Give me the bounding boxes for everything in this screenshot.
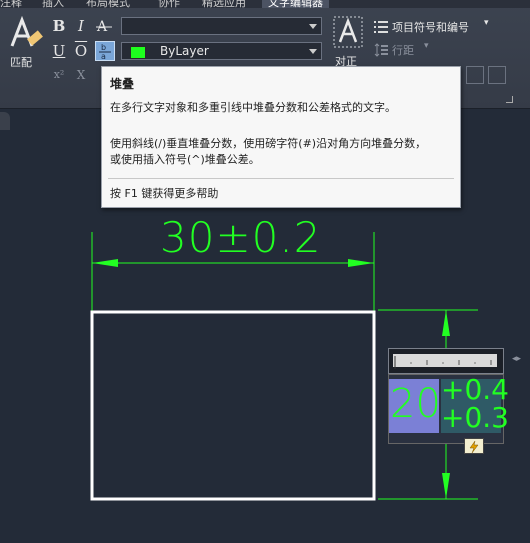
svg-text:b: b [101,43,106,52]
line-spacing-button[interactable]: 行距 ▾ [374,41,444,58]
overline-button[interactable]: O [72,42,90,60]
edit-value[interactable]: 20 [390,381,441,427]
text-editor-ruler[interactable] [388,348,504,374]
justify-icon [333,16,363,48]
color-swatch [130,46,146,59]
tooltip-help: 按 F1 键获得更多帮助 [110,187,219,200]
arrowhead-top [442,310,450,336]
match-text-button[interactable]: 匹配 [8,16,44,70]
color-combo[interactable]: ByLayer [121,42,322,60]
tab-layout[interactable]: 布局模式 [86,0,130,8]
arrowhead-bottom [442,473,450,499]
bullets-button[interactable]: 项目符号和编号 ▾ [374,18,504,35]
match-label: 匹配 [10,56,32,69]
ruler-track [393,354,497,369]
justify-button[interactable]: 对正 [331,16,365,70]
panel-launcher-icon[interactable] [506,96,513,103]
tolerance-minus[interactable]: +0.3 [441,401,509,434]
subscript-button[interactable]: X [72,66,90,84]
chevron-down-icon: ▾ [424,41,429,51]
rectangle-object[interactable] [90,310,376,501]
strikethrough-icon[interactable]: A [96,18,112,35]
stack-icon: ba [99,43,111,61]
tab-insert[interactable]: 插入 [42,0,64,8]
italic-button[interactable]: I [72,17,90,35]
align-center-icon[interactable] [466,66,484,84]
color-combo-value: ByLayer [160,44,209,58]
dimension-text[interactable]: 30±0.2 [160,213,321,262]
svg-text:a: a [101,52,106,60]
bullets-label: 项目符号和编号 [392,21,469,34]
tooltip-title: 堆叠 [110,77,135,91]
text-match-icon [10,16,43,47]
superscript-button[interactable]: x² [50,66,68,84]
tab-text-editor[interactable]: 文字编辑器 [262,0,329,8]
autostack-lightning-icon[interactable] [464,438,484,454]
stack-button[interactable]: ba [95,41,115,61]
chevron-down-icon [309,49,317,54]
tooltip-detail-line2: 或使用插入符号(^)堆叠公差。 [110,153,260,166]
stack-tooltip: 堆叠 在多行文字对象和多重引线中堆叠分数和公差格式的文字。 使用斜线(/)垂直堆… [101,66,461,208]
font-combo[interactable] [121,17,322,35]
bold-button[interactable]: B [50,17,68,35]
line-spacing-icon [374,43,388,57]
arrowhead-left [92,259,118,267]
tab-featured-apps[interactable]: 精选应用 [202,0,246,8]
mtext-edit-box[interactable]: 20 +0.4 +0.3 [388,373,509,444]
ribbon-tabstrip: 注释 插入 布局模式 协作 精选应用 文字编辑器 [0,0,530,8]
arrowhead-right [348,259,374,267]
tooltip-detail-line1: 使用斜线(/)垂直堆叠分数，使用磅字符(#)沿对角方向堆叠分数， [110,137,427,150]
chevron-down-icon [309,24,317,29]
align-right-icon[interactable] [488,66,506,84]
underline-button[interactable]: U [50,42,68,60]
bullet-list-icon [374,21,388,33]
tooltip-description: 在多行文字对象和多重引线中堆叠分数和公差格式的文字。 [110,101,396,114]
tooltip-divider [108,178,454,179]
ruler-resize-icon[interactable]: ◂▸ [512,354,521,364]
line-spacing-label: 行距 [392,44,414,57]
tab-annotate[interactable]: 注释 [0,0,22,8]
chevron-down-icon: ▾ [484,18,489,28]
tab-collaborate[interactable]: 协作 [158,0,180,8]
